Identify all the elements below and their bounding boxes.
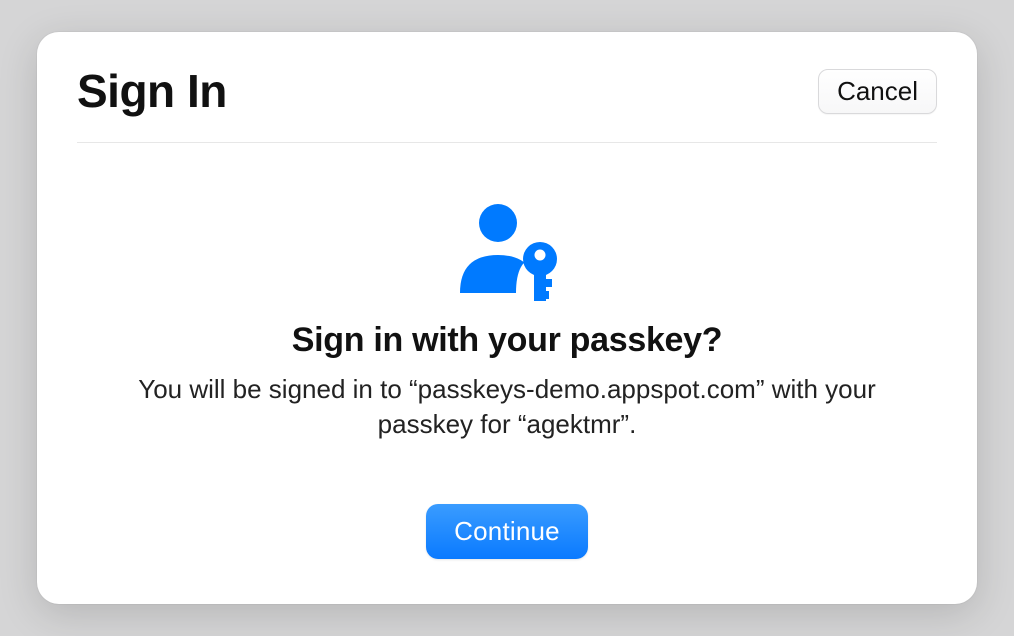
sign-in-dialog: Sign In Cancel Sign in wit	[37, 32, 977, 604]
dialog-description: You will be signed in to “passkeys-demo.…	[117, 372, 897, 442]
dialog-heading: Sign in with your passkey?	[292, 321, 723, 360]
passkey-user-icon	[452, 201, 562, 303]
dialog-content: Sign in with your passkey? You will be s…	[77, 143, 937, 604]
cancel-button[interactable]: Cancel	[818, 69, 937, 114]
dialog-header: Sign In Cancel	[77, 32, 937, 143]
page-title: Sign In	[77, 64, 227, 118]
continue-button[interactable]: Continue	[426, 504, 588, 559]
